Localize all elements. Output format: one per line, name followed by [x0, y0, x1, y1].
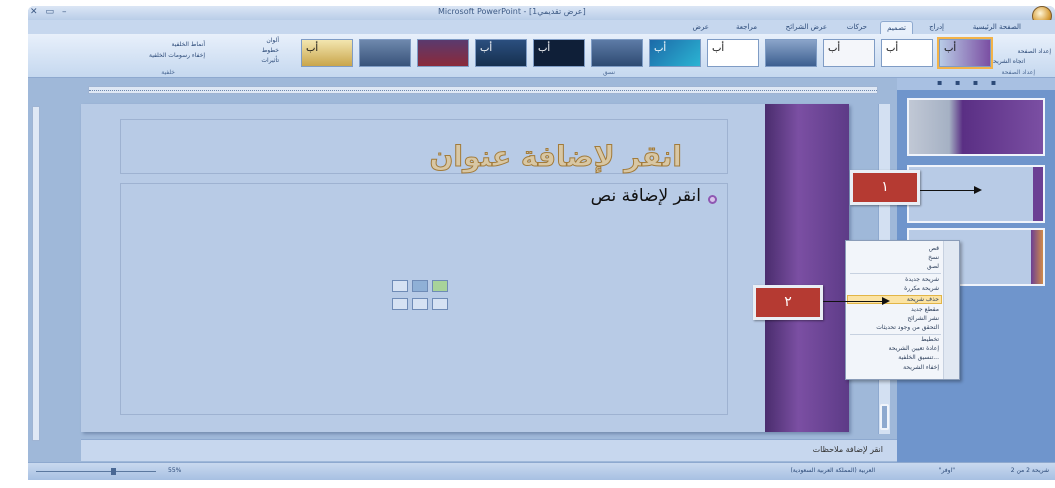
tab-view[interactable]: عرض — [686, 21, 715, 34]
theme-thumbnail[interactable]: أب — [707, 39, 759, 67]
menu-item-cut[interactable]: قص — [929, 245, 939, 252]
title-placeholder-text: انقر لإضافة عنوان — [429, 140, 683, 174]
colors-button[interactable]: ألوان — [266, 37, 279, 44]
arrow-icon — [823, 297, 890, 305]
menu-item-layout[interactable]: تخطيط — [921, 336, 939, 343]
tab-design[interactable]: تصميم — [880, 21, 913, 34]
menu-item-reset-slide[interactable]: إعادة تعيين الشريحة — [889, 345, 939, 352]
tab-slide-show[interactable]: عرض الشرائح — [780, 21, 833, 34]
status-language: العربية (المملكة العربية السعودية) — [790, 467, 875, 474]
slide-decoration-stripe — [765, 104, 849, 432]
theme-thumbnail[interactable] — [591, 39, 643, 67]
chart-icon[interactable] — [412, 280, 428, 292]
callout-step-1: ١ — [850, 170, 920, 205]
page-setup-button[interactable]: إعداد الصفحة — [1018, 48, 1051, 55]
arrow-icon — [920, 186, 982, 194]
ribbon-tabs: الصفحة الرئيسية إدراج تصميم حركات عرض ال… — [28, 20, 1055, 34]
menu-item-new-slide[interactable]: شريحة جديدة — [905, 276, 939, 283]
horizontal-ruler — [88, 86, 878, 94]
menu-item-paste[interactable]: لصق — [927, 263, 939, 270]
hide-background-graphics-checkbox[interactable]: إخفاء رسومات الخلفية — [149, 52, 205, 59]
tab-insert[interactable]: إدراج — [923, 21, 950, 34]
notes-pane[interactable]: انقر لإضافة ملاحظات — [81, 439, 913, 461]
theme-thumbnail[interactable]: أب — [881, 39, 933, 67]
powerpoint-window: ✕▭– Microsoft PowerPoint - [عرض تقديمي1]… — [28, 6, 1055, 480]
status-theme: "اوفر" — [938, 467, 955, 474]
theme-thumbnail[interactable] — [417, 39, 469, 67]
ribbon: إعداد الصفحة اتجاه الشريحة إعداد الصفحة … — [28, 34, 1055, 78]
theme-thumbnail[interactable] — [359, 39, 411, 67]
menu-item-hide-slide[interactable]: إخفاء الشريحة — [903, 364, 939, 371]
media-icon[interactable] — [432, 298, 448, 310]
menu-item-delete-slide[interactable]: حذف شريحة — [907, 296, 939, 303]
menu-item-duplicate-slide[interactable]: شريحة مكررة — [904, 285, 939, 292]
menu-separator — [850, 334, 941, 335]
notes-placeholder: انقر لإضافة ملاحظات — [812, 445, 883, 454]
theme-thumbnail[interactable]: أب — [533, 39, 585, 67]
callout-step-2: ٢ — [753, 285, 823, 320]
status-bar: 55% العربية (المملكة العربية السعودية) "… — [28, 462, 1055, 480]
zoom-level[interactable]: 55% — [168, 467, 181, 474]
theme-thumbnail[interactable]: أب — [475, 39, 527, 67]
context-menu: قص نسخ لصق شريحة جديدة شريحة مكررة حذف ش… — [845, 240, 960, 380]
background-group-label: خلفية — [161, 69, 175, 76]
tab-home[interactable]: الصفحة الرئيسية — [967, 21, 1027, 34]
page-setup-group-label: إعداد الصفحة — [1001, 69, 1035, 76]
menu-item-publish-slides[interactable]: نشر الشرائح — [907, 315, 939, 322]
slide-thumbnail-1[interactable] — [907, 98, 1045, 156]
theme-thumbnail[interactable] — [765, 39, 817, 67]
menu-item-format-background[interactable]: تنسيق الخلفية... — [898, 354, 939, 361]
slide-thumbnail-2[interactable] — [907, 165, 1045, 223]
window-controls[interactable]: ✕▭– — [30, 7, 75, 17]
pane-tabs[interactable]: ▪ ▪ ▪ ▪ — [897, 78, 1055, 90]
smartart-icon[interactable] — [432, 280, 448, 292]
tab-review[interactable]: مراجعة — [730, 21, 763, 34]
effects-button[interactable]: تأثيرات — [261, 57, 279, 64]
theme-thumbnail[interactable]: أب — [823, 39, 875, 67]
slide-orientation-button[interactable]: اتجاه الشريحة — [990, 58, 1025, 65]
theme-thumbnail[interactable]: أب — [301, 39, 353, 67]
status-slide-info: شريحة 2 من 2 — [1010, 467, 1049, 474]
bullet-icon — [708, 195, 717, 204]
content-placeholder-text: انقر لإضافة نص — [590, 186, 701, 206]
table-icon[interactable] — [392, 280, 408, 292]
title-bar: ✕▭– Microsoft PowerPoint - [عرض تقديمي1] — [28, 6, 1055, 26]
content-placeholder[interactable]: انقر لإضافة نص — [120, 183, 728, 415]
theme-thumbnail[interactable]: أب — [937, 37, 993, 69]
menu-item-copy[interactable]: نسخ — [928, 254, 939, 261]
scrollbar-thumb[interactable] — [880, 404, 889, 430]
slide-canvas[interactable]: انقر لإضافة عنوان انقر لإضافة نص — [81, 104, 849, 432]
menu-icon-column — [943, 241, 959, 379]
title-placeholder[interactable]: انقر لإضافة عنوان — [120, 119, 728, 174]
window-title: Microsoft PowerPoint - [عرض تقديمي1] — [438, 7, 586, 16]
themes-group-label: نسق — [602, 69, 615, 76]
zoom-slider[interactable] — [36, 468, 156, 475]
clip-art-icon[interactable] — [412, 298, 428, 310]
vertical-ruler — [32, 106, 40, 441]
menu-item-new-section[interactable]: مقطع جديد — [911, 306, 939, 313]
menu-item-check-updates[interactable]: التحقق من وجود تحديثات — [876, 324, 939, 331]
picture-icon[interactable] — [392, 298, 408, 310]
insert-content-icons — [392, 280, 452, 314]
menu-separator — [850, 273, 941, 274]
background-styles-button[interactable]: أنماط الخلفية — [171, 41, 205, 48]
theme-thumbnail[interactable]: أب — [649, 39, 701, 67]
tab-animations[interactable]: حركات — [841, 21, 873, 34]
fonts-button[interactable]: خطوط — [262, 47, 279, 54]
